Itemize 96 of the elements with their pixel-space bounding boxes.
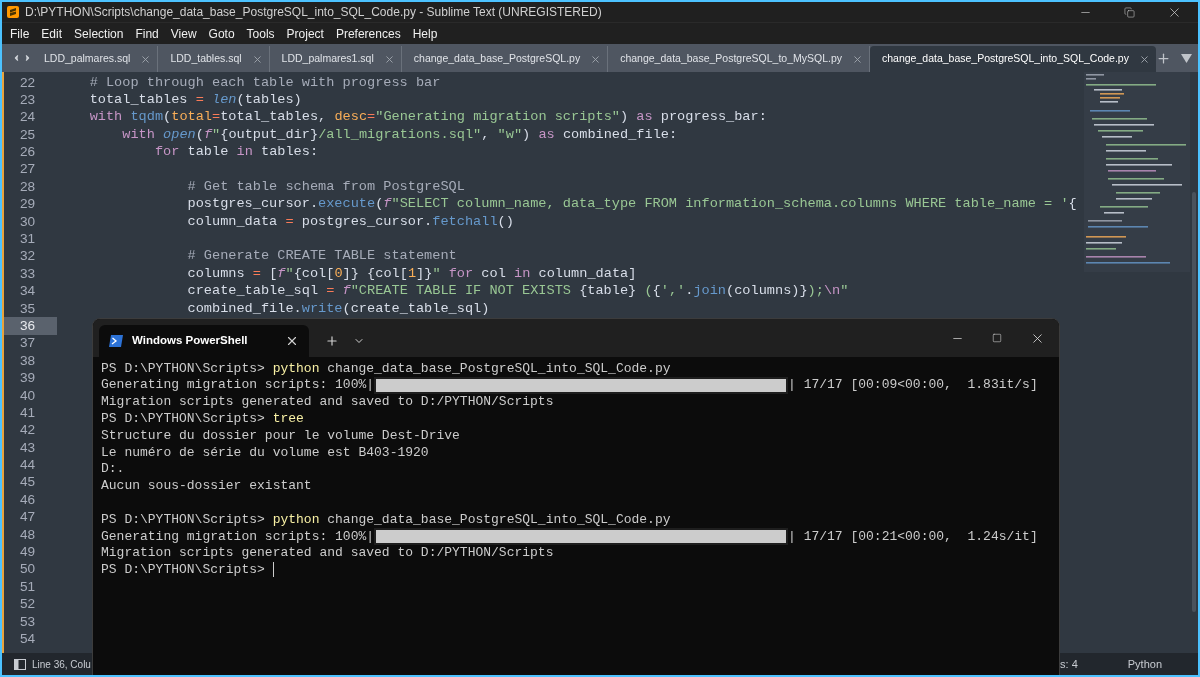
next-tab-icon[interactable] [23, 53, 32, 63]
progress-stats: | 17/17 [00:21<00:00, 1.24s/it] [788, 527, 1038, 546]
code-line: # Generate CREATE TABLE statement [186, 247, 457, 266]
new-tab-icon[interactable] [325, 334, 339, 348]
output-line: Structure du dossier pour le volume Dest-Drive [101, 426, 460, 445]
restore-icon[interactable] [1124, 6, 1135, 18]
menu-item[interactable]: View [170, 24, 197, 43]
code-line: for table in tables: [153, 143, 319, 162]
menu-item[interactable]: Preferences [335, 24, 401, 43]
command-argument: change_data_base_PostgreSQL_into_SQL_Code.py [327, 359, 671, 378]
line-number: 40 [18, 387, 36, 405]
menu-item[interactable]: File [10, 24, 30, 43]
command: python [272, 510, 320, 529]
progress-label: Generating migration scripts: 100%| [101, 527, 375, 546]
line-number: 27 [18, 160, 36, 179]
line-number: 34 [18, 282, 36, 301]
line-number: 22 [18, 74, 36, 92]
prompt: PS D:\PYTHON\Scripts> [101, 359, 265, 378]
window-title: D:\PYTHON\Scripts\change_data_base_PostgreSQL_into_SQL_Code.py - Sublime Text (UNREGISTERED) [25, 4, 602, 21]
line-number: 24 [18, 108, 36, 127]
code-line: # Loop through each table with progress bar [88, 73, 441, 92]
line-number: 23 [18, 91, 36, 109]
line-number: 43 [18, 439, 36, 457]
code-line: with open(f"{output_dir}/all_migrations.sql", "w") as combined_file: [121, 125, 678, 144]
menu-item[interactable]: Selection [74, 24, 124, 43]
line-number: 53 [18, 613, 36, 631]
file-tab[interactable]: change_data_base_PostgreSQL_into_SQL_Code.py [870, 46, 1156, 72]
line-number: 30 [18, 213, 36, 231]
line-number: 45 [18, 474, 36, 492]
code-line: total_tables = len(tables) [88, 90, 302, 109]
menu-item[interactable]: Tools [246, 24, 275, 43]
code-line: with tqdm(total=total_tables, desc="Generating migration scripts") as progress_bar: [88, 108, 767, 127]
powershell-icon [109, 335, 123, 347]
prompt: PS D:\PYTHON\Scripts> [101, 410, 265, 429]
menu-item[interactable]: Project [286, 24, 324, 43]
maximize-icon[interactable] [992, 333, 1002, 343]
previous-tab-icon[interactable] [12, 53, 21, 63]
line-number: 36 [4, 317, 57, 335]
code-line: columns = [f"{col[0]} {col[1]}" for col in column_data] [186, 264, 637, 283]
file-tab[interactable]: LDD_tables.sql [158, 46, 270, 72]
line-number: 48 [18, 526, 36, 544]
file-tab[interactable]: LDD_palmares1.sql [269, 46, 402, 72]
output-line: Le numéro de série du volume est B403-1920 [101, 443, 429, 462]
output-line: Migration scripts generated and saved to D:/PYTHON/Scripts [101, 393, 554, 412]
command: tree [272, 410, 304, 429]
cursor-position: Line 36, Colu [32, 657, 91, 672]
sidebar-toggle-icon[interactable] [14, 658, 26, 670]
menu-item[interactable]: Help [412, 24, 438, 43]
menu-item[interactable]: Find [135, 24, 159, 43]
minimap[interactable] [1084, 72, 1190, 272]
code-line: create_table_sql = f"CREATE TABLE IF NOT EXISTS {table} ({','.join(columns)});\n" [186, 282, 849, 301]
code-line: combined_file.write(create_table_sql) [186, 299, 490, 318]
output-line: Migration scripts generated and saved to D:/PYTHON/Scripts [101, 544, 554, 563]
line-number: 38 [18, 352, 36, 370]
syntax-setting[interactable]: Python [1127, 655, 1162, 673]
progress-stats: | 17/17 [00:09<00:00, 1.83it/s] [788, 376, 1038, 395]
code-line: # Get table schema from PostgreSQL [186, 177, 465, 196]
line-number: 49 [18, 543, 36, 561]
line-number: 28 [18, 178, 36, 196]
prompt: PS D:\PYTHON\Scripts> [101, 561, 265, 580]
tab-list-icon[interactable] [1180, 53, 1192, 63]
line-number: 51 [18, 578, 36, 596]
app-logo-icon [7, 6, 19, 18]
command-argument: change_data_base_PostgreSQL_into_SQL_Code.py [327, 510, 671, 529]
file-tab[interactable]: change_data_base_PostgreSQL.py [401, 46, 609, 72]
line-number: 32 [18, 247, 36, 266]
menu-item[interactable]: Goto [208, 24, 235, 43]
menu-item[interactable]: Edit [41, 24, 63, 43]
line-number: 54 [18, 630, 36, 648]
line-number: 26 [18, 143, 36, 161]
output-line: Aucun sous-dossier existant [101, 477, 312, 496]
terminal-tab[interactable]: Windows PowerShell [99, 325, 309, 357]
output-line: D:. [101, 460, 125, 479]
file-tab[interactable]: LDD_palmares.sql [32, 46, 159, 72]
progress-label: Generating migration scripts: 100%| [101, 376, 375, 395]
line-number: 47 [18, 508, 36, 527]
line-number: 31 [18, 230, 36, 248]
line-number: 50 [18, 560, 36, 579]
prompt: PS D:\PYTHON\Scripts> [101, 510, 265, 529]
line-number: 35 [18, 300, 36, 318]
indentation-setting[interactable]: s: 4 [1060, 655, 1078, 673]
line-number: 46 [18, 491, 36, 509]
code-line: postgres_cursor.execute(f"SELECT column_name, data_type FROM information_schema.columns WHERE table_name = '{ [186, 195, 1077, 214]
line-number: 52 [18, 595, 36, 614]
line-number: 29 [18, 195, 36, 214]
command: python [272, 359, 320, 378]
line-number: 33 [18, 265, 36, 283]
line-number: 42 [18, 421, 36, 440]
line-number: 39 [18, 369, 36, 388]
code-line: column_data = postgres_cursor.fetchall() [186, 212, 514, 231]
line-number: 37 [18, 334, 36, 353]
line-number: 44 [18, 456, 36, 474]
line-number: 25 [18, 126, 36, 144]
line-number: 41 [18, 404, 36, 422]
new-tab-icon[interactable] [1155, 50, 1171, 66]
close-tab-icon[interactable] [285, 334, 299, 348]
